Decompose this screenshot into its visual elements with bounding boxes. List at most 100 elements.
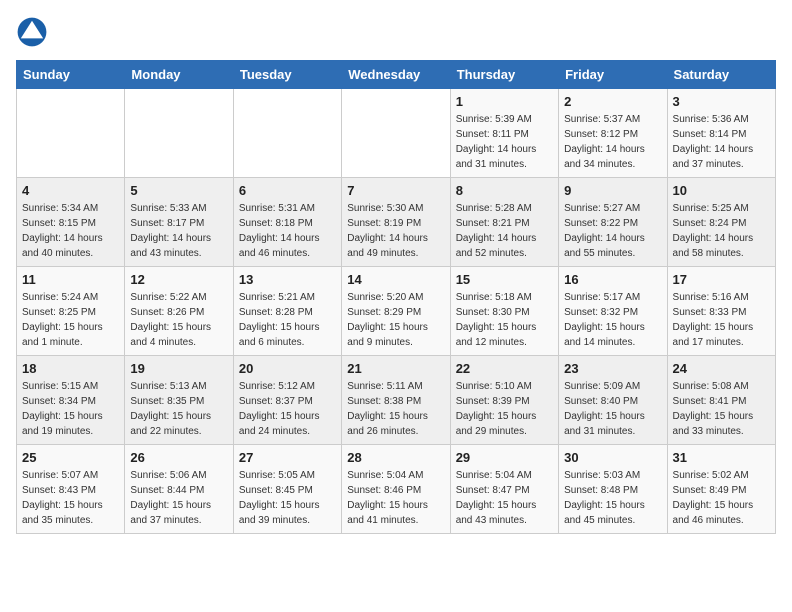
day-number: 3 (673, 94, 770, 109)
weekday-header: Thursday (450, 61, 558, 89)
weekday-header: Monday (125, 61, 233, 89)
calendar-cell (17, 89, 125, 178)
calendar-cell: 7 Sunrise: 5:30 AM Sunset: 8:19 PM Daylig… (342, 178, 450, 267)
day-info: Sunrise: 5:30 AM Sunset: 8:19 PM Dayligh… (347, 201, 444, 261)
day-number: 24 (673, 361, 770, 376)
day-number: 7 (347, 183, 444, 198)
calendar-cell (233, 89, 341, 178)
calendar-cell: 10 Sunrise: 5:25 AM Sunset: 8:24 PM Dayli… (667, 178, 775, 267)
calendar-cell: 2 Sunrise: 5:37 AM Sunset: 8:12 PM Daylig… (559, 89, 667, 178)
day-number: 18 (22, 361, 119, 376)
calendar-week-row: 4 Sunrise: 5:34 AM Sunset: 8:15 PM Daylig… (17, 178, 776, 267)
day-info: Sunrise: 5:06 AM Sunset: 8:44 PM Dayligh… (130, 468, 227, 528)
calendar-cell: 8Sunrise: 5:28 AM Sunset: 8:21 PM Daylig… (450, 178, 558, 267)
day-number: 22 (456, 361, 553, 376)
day-number: 25 (22, 450, 119, 465)
calendar-cell: 23 Sunrise: 5:09 AM Sunset: 8:40 PM Dayli… (559, 356, 667, 445)
day-number: 27 (239, 450, 336, 465)
day-info: Sunrise: 5:12 AM Sunset: 8:37 PM Dayligh… (239, 379, 336, 439)
calendar-week-row: 25 Sunrise: 5:07 AM Sunset: 8:43 PM Dayli… (17, 445, 776, 534)
day-number: 20 (239, 361, 336, 376)
day-number: 31 (673, 450, 770, 465)
day-number: 1 (456, 94, 553, 109)
weekday-header: Friday (559, 61, 667, 89)
day-info: Sunrise: 5:39 AM Sunset: 8:11 PM Dayligh… (456, 112, 553, 172)
day-info: Sunrise: 5:11 AM Sunset: 8:38 PM Dayligh… (347, 379, 444, 439)
day-info: Sunrise: 5:21 AM Sunset: 8:28 PM Dayligh… (239, 290, 336, 350)
calendar-cell: 30Sunrise: 5:03 AM Sunset: 8:48 PM Dayli… (559, 445, 667, 534)
day-number: 16 (564, 272, 661, 287)
calendar-cell: 11 Sunrise: 5:24 AM Sunset: 8:25 PM Dayli… (17, 267, 125, 356)
day-number: 29 (456, 450, 553, 465)
day-number: 12 (130, 272, 227, 287)
day-info: Sunrise: 5:09 AM Sunset: 8:40 PM Dayligh… (564, 379, 661, 439)
day-info: Sunrise: 5:22 AM Sunset: 8:26 PM Dayligh… (130, 290, 227, 350)
logo-icon (16, 16, 48, 48)
day-number: 2 (564, 94, 661, 109)
calendar-cell: 20 Sunrise: 5:12 AM Sunset: 8:37 PM Dayli… (233, 356, 341, 445)
calendar-week-row: 1 Sunrise: 5:39 AM Sunset: 8:11 PM Daylig… (17, 89, 776, 178)
calendar-table: SundayMondayTuesdayWednesdayThursdayFrid… (16, 60, 776, 534)
calendar-week-row: 11 Sunrise: 5:24 AM Sunset: 8:25 PM Dayli… (17, 267, 776, 356)
day-number: 9 (564, 183, 661, 198)
calendar-cell: 3 Sunrise: 5:36 AM Sunset: 8:14 PM Daylig… (667, 89, 775, 178)
calendar-cell: 25 Sunrise: 5:07 AM Sunset: 8:43 PM Dayli… (17, 445, 125, 534)
day-info: Sunrise: 5:15 AM Sunset: 8:34 PM Dayligh… (22, 379, 119, 439)
day-info: Sunrise: 5:37 AM Sunset: 8:12 PM Dayligh… (564, 112, 661, 172)
day-info: Sunrise: 5:36 AM Sunset: 8:14 PM Dayligh… (673, 112, 770, 172)
calendar-cell: 26 Sunrise: 5:06 AM Sunset: 8:44 PM Dayli… (125, 445, 233, 534)
weekday-header: Saturday (667, 61, 775, 89)
day-info: Sunrise: 5:04 AM Sunset: 8:46 PM Dayligh… (347, 468, 444, 528)
calendar-cell: 29 Sunrise: 5:04 AM Sunset: 8:47 PM Dayli… (450, 445, 558, 534)
day-number: 10 (673, 183, 770, 198)
day-info: Sunrise: 5:16 AM Sunset: 8:33 PM Dayligh… (673, 290, 770, 350)
day-info: Sunrise: 5:05 AM Sunset: 8:45 PM Dayligh… (239, 468, 336, 528)
day-number: 19 (130, 361, 227, 376)
day-info: Sunrise: 5:20 AM Sunset: 8:29 PM Dayligh… (347, 290, 444, 350)
calendar-week-row: 18 Sunrise: 5:15 AM Sunset: 8:34 PM Dayli… (17, 356, 776, 445)
calendar-cell: 24Sunrise: 5:08 AM Sunset: 8:41 PM Dayli… (667, 356, 775, 445)
day-number: 28 (347, 450, 444, 465)
day-number: 26 (130, 450, 227, 465)
calendar-cell: 13 Sunrise: 5:21 AM Sunset: 8:28 PM Dayli… (233, 267, 341, 356)
day-number: 5 (130, 183, 227, 198)
day-number: 8 (456, 183, 553, 198)
calendar-cell (342, 89, 450, 178)
calendar-cell: 16Sunrise: 5:17 AM Sunset: 8:32 PM Dayli… (559, 267, 667, 356)
day-number: 14 (347, 272, 444, 287)
day-info: Sunrise: 5:31 AM Sunset: 8:18 PM Dayligh… (239, 201, 336, 261)
day-info: Sunrise: 5:13 AM Sunset: 8:35 PM Dayligh… (130, 379, 227, 439)
weekday-header: Tuesday (233, 61, 341, 89)
day-number: 13 (239, 272, 336, 287)
day-info: Sunrise: 5:34 AM Sunset: 8:15 PM Dayligh… (22, 201, 119, 261)
calendar-cell: 9Sunrise: 5:27 AM Sunset: 8:22 PM Daylig… (559, 178, 667, 267)
day-info: Sunrise: 5:04 AM Sunset: 8:47 PM Dayligh… (456, 468, 553, 528)
calendar-cell: 22 Sunrise: 5:10 AM Sunset: 8:39 PM Dayli… (450, 356, 558, 445)
day-info: Sunrise: 5:02 AM Sunset: 8:49 PM Dayligh… (673, 468, 770, 528)
day-number: 15 (456, 272, 553, 287)
calendar-cell: 18 Sunrise: 5:15 AM Sunset: 8:34 PM Dayli… (17, 356, 125, 445)
day-info: Sunrise: 5:24 AM Sunset: 8:25 PM Dayligh… (22, 290, 119, 350)
weekday-header: Wednesday (342, 61, 450, 89)
calendar-cell: 27 Sunrise: 5:05 AM Sunset: 8:45 PM Dayli… (233, 445, 341, 534)
calendar-cell: 4 Sunrise: 5:34 AM Sunset: 8:15 PM Daylig… (17, 178, 125, 267)
calendar-cell: 15 Sunrise: 5:18 AM Sunset: 8:30 PM Dayli… (450, 267, 558, 356)
weekday-header: Sunday (17, 61, 125, 89)
day-number: 23 (564, 361, 661, 376)
calendar-header-row: SundayMondayTuesdayWednesdayThursdayFrid… (17, 61, 776, 89)
calendar-cell: 31 Sunrise: 5:02 AM Sunset: 8:49 PM Dayli… (667, 445, 775, 534)
day-number: 11 (22, 272, 119, 287)
calendar-cell: 5Sunrise: 5:33 AM Sunset: 8:17 PM Daylig… (125, 178, 233, 267)
day-number: 30 (564, 450, 661, 465)
day-number: 6 (239, 183, 336, 198)
day-info: Sunrise: 5:18 AM Sunset: 8:30 PM Dayligh… (456, 290, 553, 350)
day-info: Sunrise: 5:10 AM Sunset: 8:39 PM Dayligh… (456, 379, 553, 439)
logo (16, 16, 52, 48)
day-info: Sunrise: 5:25 AM Sunset: 8:24 PM Dayligh… (673, 201, 770, 261)
calendar-cell: 12 Sunrise: 5:22 AM Sunset: 8:26 PM Dayli… (125, 267, 233, 356)
day-number: 4 (22, 183, 119, 198)
day-info: Sunrise: 5:07 AM Sunset: 8:43 PM Dayligh… (22, 468, 119, 528)
calendar-cell: 19 Sunrise: 5:13 AM Sunset: 8:35 PM Dayli… (125, 356, 233, 445)
day-number: 21 (347, 361, 444, 376)
calendar-cell: 14 Sunrise: 5:20 AM Sunset: 8:29 PM Dayli… (342, 267, 450, 356)
